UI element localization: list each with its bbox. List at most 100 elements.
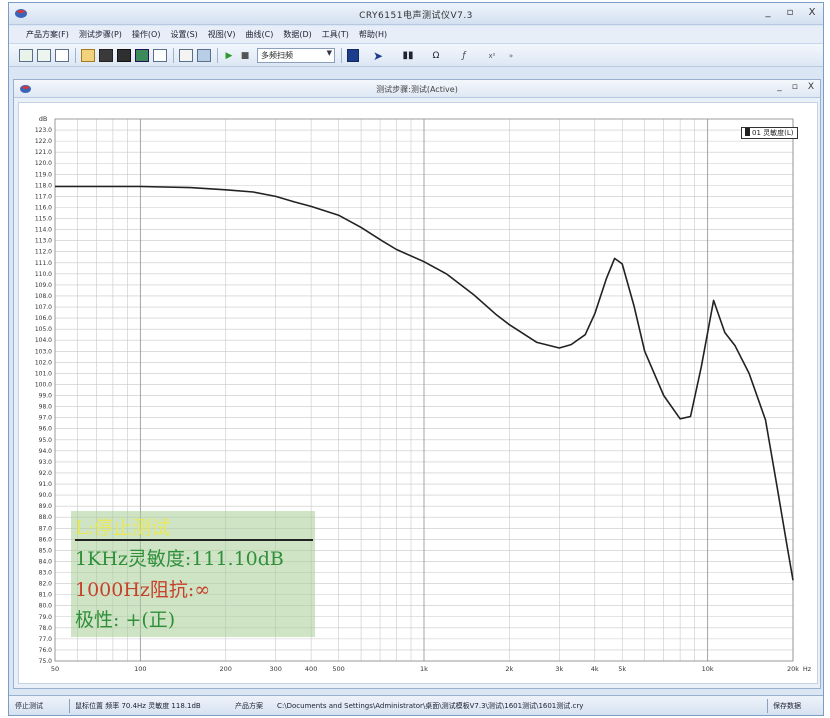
- y-tick-label: 113.0: [35, 238, 52, 245]
- restore-button[interactable]: ▫: [785, 6, 795, 20]
- save-data-button[interactable]: 保存数据: [773, 701, 801, 711]
- y-tick-label: 117.0: [35, 193, 52, 200]
- x-tick-label: 5k: [618, 665, 626, 673]
- y-tick-label: 77.0: [39, 636, 53, 643]
- run-icon[interactable]: ▶: [223, 48, 235, 63]
- x-tick-label: 200: [220, 665, 232, 673]
- x-tick-label: 3k: [555, 665, 563, 673]
- y-tick-label: 116.0: [35, 204, 52, 211]
- save-icon[interactable]: [99, 48, 113, 63]
- status-bar: 停止测试 鼠标位置 频率 70.4Hz 灵敏度 118.1dB 产品方案 C:\…: [9, 695, 823, 715]
- print-icon[interactable]: [117, 48, 131, 63]
- y-tick-label: 119.0: [35, 171, 52, 178]
- table-icon[interactable]: [153, 48, 167, 63]
- x-tick-label: 2k: [505, 665, 513, 673]
- y-tick-label: 118.0: [35, 182, 52, 189]
- legend-sensitivity-button[interactable]: 01 灵敏度(L): [741, 127, 798, 139]
- menu-settings[interactable]: 设置(S): [165, 29, 202, 40]
- legend-swatch: [745, 128, 750, 136]
- y-axis-unit: dB: [39, 115, 48, 123]
- stop-icon[interactable]: ■: [239, 48, 251, 63]
- y-tick-label: 84.0: [39, 558, 53, 565]
- toolbar: ▶ ■ 多频扫频 ▼ ➤ ▮▮ Ω ƒ x² »: [9, 43, 823, 67]
- calibrate-icon[interactable]: [179, 48, 193, 63]
- child-restore-button[interactable]: ▫: [792, 82, 798, 92]
- status-state: 停止测试: [15, 702, 43, 710]
- formula-icon[interactable]: x²: [483, 48, 501, 63]
- y-tick-label: 91.0: [39, 481, 53, 488]
- y-tick-label: 97.0: [39, 415, 53, 422]
- menu-help[interactable]: 帮助(H): [354, 29, 392, 40]
- y-tick-label: 96.0: [39, 426, 53, 433]
- overlay-divider: [75, 539, 313, 541]
- y-tick-label: 100.0: [35, 381, 52, 388]
- x-tick-label: 500: [332, 665, 344, 673]
- y-tick-label: 79.0: [39, 614, 53, 621]
- y-tick-label: 92.0: [39, 470, 53, 477]
- y-tick-label: 121.0: [35, 149, 52, 156]
- x-tick-label: 400: [305, 665, 317, 673]
- open-scheme-icon[interactable]: [37, 48, 51, 63]
- y-tick-label: 120.0: [35, 160, 52, 167]
- y-tick-label: 105.0: [35, 326, 52, 333]
- function-icon[interactable]: ƒ: [455, 48, 473, 63]
- app-window: CRY6151电声测试仪V7.3 _ ▫ X 产品方案(F) 测试步骤(P) 操…: [8, 2, 824, 716]
- title-bar: CRY6151电声测试仪V7.3 _ ▫ X: [9, 3, 823, 25]
- y-tick-label: 101.0: [35, 370, 52, 377]
- menu-test-steps[interactable]: 测试步骤(P): [74, 29, 127, 40]
- y-tick-label: 103.0: [35, 348, 52, 355]
- y-tick-label: 111.0: [35, 260, 52, 267]
- y-tick-label: 86.0: [39, 536, 53, 543]
- y-tick-label: 98.0: [39, 404, 53, 411]
- y-tick-label: 112.0: [35, 249, 52, 256]
- status-cursor-readout: 鼠标位置 频率 70.4Hz 灵敏度 118.1dB: [75, 702, 201, 710]
- report-icon[interactable]: [197, 48, 211, 63]
- close-button[interactable]: X: [807, 6, 817, 20]
- y-tick-label: 123.0: [35, 127, 52, 134]
- menu-data[interactable]: 数据(D): [278, 29, 316, 40]
- y-tick-label: 85.0: [39, 547, 53, 554]
- menu-operate[interactable]: 操作(O): [127, 29, 166, 40]
- new-icon[interactable]: [19, 48, 33, 63]
- y-tick-label: 110.0: [35, 271, 52, 278]
- y-tick-label: 108.0: [35, 293, 52, 300]
- menu-view[interactable]: 视图(V): [203, 29, 241, 40]
- menu-bar: 产品方案(F) 测试步骤(P) 操作(O) 设置(S) 视图(V) 曲线(C) …: [9, 26, 823, 43]
- y-tick-label: 87.0: [39, 525, 53, 532]
- x-tick-label: 1k: [420, 665, 428, 673]
- child-window-title: 测试步骤:测试(Active): [376, 85, 458, 94]
- status-file-path: C:\Documents and Settings\Administrator\…: [277, 702, 584, 710]
- status-overlay-panel: L:停止测试 1KHz灵敏度:111.10dB 1000Hz阻抗:∞ 极性: +…: [71, 511, 315, 637]
- overlay-polarity: 极性: +(正): [75, 609, 176, 631]
- y-tick-label: 99.0: [39, 393, 53, 400]
- cursor-icon[interactable]: [347, 48, 359, 63]
- back-arrow-icon[interactable]: ➤: [371, 48, 385, 63]
- y-tick-label: 94.0: [39, 448, 53, 455]
- y-tick-label: 115.0: [35, 216, 52, 223]
- overlay-sensitivity: 1KHz灵敏度:111.10dB: [75, 548, 284, 570]
- child-minimize-button[interactable]: _: [777, 82, 782, 92]
- menu-tools[interactable]: 工具(T): [317, 29, 354, 40]
- test-step-window: 测试步骤:测试(Active) _ ▫ X 75.0 76.0 77.0 78.0 79…: [13, 79, 821, 689]
- menu-product[interactable]: 产品方案(F): [21, 29, 74, 40]
- frequency-response-chart[interactable]: 75.0 76.0 77.0 78.0 79.0 80.0 81.0 82.0 83.0 84.0…: [18, 102, 818, 684]
- folder-icon[interactable]: [81, 48, 95, 63]
- toolbar-overflow-icon[interactable]: »: [507, 48, 515, 63]
- bar-chart-icon[interactable]: ▮▮: [401, 48, 415, 63]
- y-tick-label: 109.0: [35, 282, 52, 289]
- y-tick-label: 90.0: [39, 492, 53, 499]
- list-icon[interactable]: [55, 48, 69, 63]
- menu-curve[interactable]: 曲线(C): [241, 29, 279, 40]
- y-tick-label: 83.0: [39, 570, 53, 577]
- sweep-mode-select[interactable]: 多频扫频 ▼: [257, 48, 335, 63]
- minimize-button[interactable]: _: [763, 6, 773, 20]
- status-product: 产品方案: [235, 702, 263, 710]
- chart-view-icon[interactable]: [135, 48, 149, 63]
- y-tick-label: 95.0: [39, 437, 53, 444]
- child-close-button[interactable]: X: [808, 82, 814, 92]
- y-tick-label: 107.0: [35, 304, 52, 311]
- y-tick-label: 93.0: [39, 459, 53, 466]
- y-tick-label: 88.0: [39, 514, 53, 521]
- y-tick-label: 75.0: [39, 658, 53, 665]
- ohm-icon[interactable]: Ω: [429, 48, 443, 63]
